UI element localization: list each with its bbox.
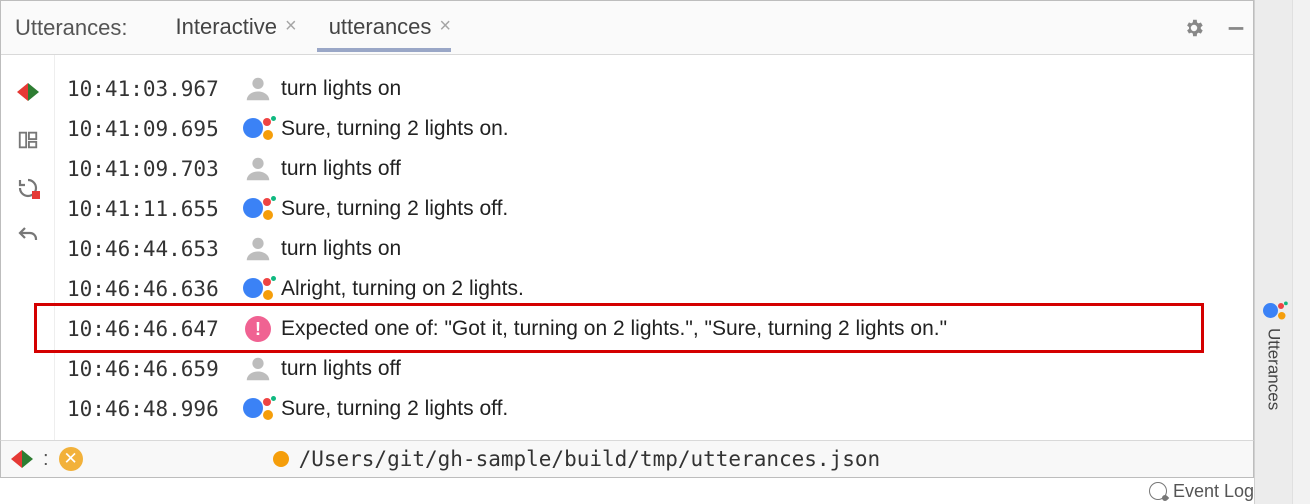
user-icon (243, 354, 273, 384)
event-log-label: Event Log (1173, 481, 1254, 502)
right-tool-window-stripe: Utterances (1254, 0, 1292, 504)
tool-icon-column (1, 55, 55, 459)
log-row[interactable]: 10:46:44.653 turn lights on (59, 229, 1253, 269)
tab-utterances[interactable]: utterances × (317, 6, 463, 50)
log-message: Sure, turning 2 lights off. (281, 197, 508, 221)
tab-interactive[interactable]: Interactive × (164, 6, 309, 50)
user-icon (243, 154, 273, 184)
log-row[interactable]: 10:46:48.996 Sure, turning 2 lights off. (59, 389, 1253, 429)
user-icon (243, 234, 273, 264)
assistant-icon (243, 114, 273, 144)
assistant-icon (243, 394, 273, 424)
log-row[interactable]: 10:41:09.703 turn lights off (59, 149, 1253, 189)
log-row[interactable]: 10:46:46.659 turn lights off (59, 349, 1253, 389)
right-sidebar-label[interactable]: Utterances (1264, 328, 1284, 410)
timestamp: 10:41:09.695 (67, 117, 235, 141)
warning-dot-icon (273, 451, 289, 467)
tab-bar: Utterances: Interactive × utterances × (1, 1, 1253, 55)
timestamp: 10:41:03.967 (67, 77, 235, 101)
log-row[interactable]: 10:41:03.967 turn lights on (59, 69, 1253, 109)
close-icon[interactable]: × (439, 15, 451, 38)
log-message: Expected one of: "Got it, turning on 2 l… (281, 317, 947, 341)
panel-title: Utterances: (15, 15, 128, 41)
layout-icon[interactable] (15, 127, 41, 153)
status-bar: : ✕ /Users/git/gh-sample/build/tmp/utter… (0, 440, 1254, 478)
close-icon[interactable]: × (285, 15, 297, 38)
timestamp: 10:46:46.647 (67, 317, 235, 341)
status-path: /Users/git/gh-sample/build/tmp/utterance… (299, 447, 881, 471)
log-message: Sure, turning 2 lights on. (281, 117, 509, 141)
log-row[interactable]: 10:41:09.695 Sure, turning 2 lights on. (59, 109, 1253, 149)
error-icon: ! (243, 314, 273, 344)
log-message: turn lights off (281, 357, 401, 381)
log-message: turn lights on (281, 77, 401, 101)
timestamp: 10:41:11.655 (67, 197, 235, 221)
log-message: Alright, turning on 2 lights. (281, 277, 524, 301)
event-log-button[interactable]: Event Log (1149, 478, 1254, 504)
log-row[interactable]: 10:46:46.647! Expected one of: "Got it, t… (59, 309, 1253, 349)
rerun-icon[interactable] (15, 175, 41, 201)
log-message: turn lights off (281, 157, 401, 181)
timestamp: 10:46:46.659 (67, 357, 235, 381)
log-message: Sure, turning 2 lights off. (281, 397, 508, 421)
minimize-icon[interactable] (1219, 11, 1253, 45)
status-colon: : (43, 448, 49, 471)
user-icon (243, 74, 273, 104)
log-area[interactable]: 10:41:03.967 turn lights on 10:41:09.695 Su… (55, 55, 1253, 459)
timestamp: 10:46:46.636 (67, 277, 235, 301)
timestamp: 10:46:44.653 (67, 237, 235, 261)
tab-label: Interactive (176, 14, 278, 40)
log-message: turn lights on (281, 237, 401, 261)
utterances-panel: Utterances: Interactive × utterances × (0, 0, 1254, 460)
log-row[interactable]: 10:41:11.655 Sure, turning 2 lights off. (59, 189, 1253, 229)
assistant-icon (243, 274, 273, 304)
timestamp: 10:46:48.996 (67, 397, 235, 421)
timestamp: 10:41:09.703 (67, 157, 235, 181)
log-row[interactable]: 10:46:46.636 Alright, turning on 2 lights… (59, 269, 1253, 309)
run-compare-icon[interactable] (11, 450, 33, 468)
run-compare-icon[interactable] (15, 79, 41, 105)
gear-icon[interactable] (1177, 11, 1211, 45)
assistant-icon (243, 194, 273, 224)
cancel-icon[interactable]: ✕ (59, 447, 83, 471)
undo-icon[interactable] (15, 223, 41, 249)
speech-bubble-icon (1149, 482, 1167, 500)
vertical-scrollbar[interactable] (1292, 0, 1310, 504)
assistant-icon[interactable] (1263, 300, 1285, 322)
panel-body: 10:41:03.967 turn lights on 10:41:09.695 Su… (1, 55, 1253, 459)
tab-label: utterances (329, 14, 432, 40)
